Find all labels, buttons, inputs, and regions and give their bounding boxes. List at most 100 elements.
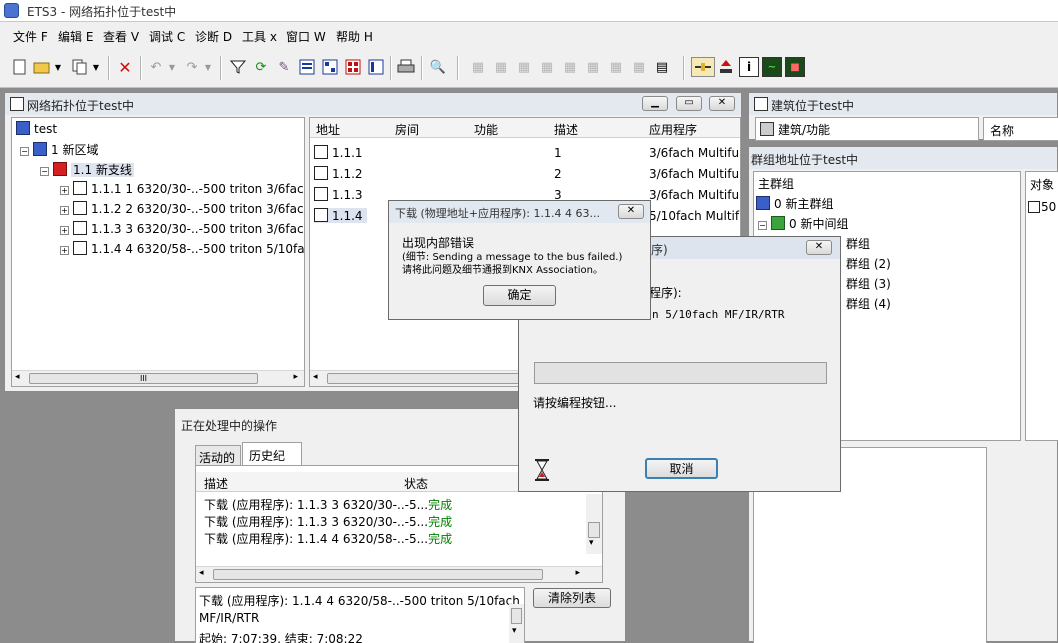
delete-icon[interactable]: ✕: [115, 57, 135, 77]
table-row[interactable]: 1.1.2: [314, 166, 363, 181]
cancel-button[interactable]: 取消: [645, 458, 718, 479]
tree-item-main-group[interactable]: 0 新主群组: [756, 195, 833, 212]
ok-button[interactable]: 确定: [483, 285, 556, 306]
tree-item-device[interactable]: +1.1.3 3 6320/30-..-500 triton 3/6fach: [60, 221, 304, 236]
copy-icon[interactable]: [70, 57, 90, 77]
column-header-description[interactable]: 描述: [554, 121, 578, 138]
filter-icon[interactable]: [228, 57, 248, 77]
properties-icon[interactable]: [297, 57, 317, 77]
tree-item-device[interactable]: +1.1.1 1 6320/30-..-500 triton 3/6fach: [60, 181, 304, 196]
object-item[interactable]: 50: [1028, 200, 1056, 214]
window-icon[interactable]: [366, 57, 386, 77]
scroll-right-arrow[interactable]: ▸: [293, 372, 298, 382]
column-header-status[interactable]: 状态: [404, 475, 428, 492]
column-header-room[interactable]: 房间: [395, 121, 419, 138]
open-folder-icon[interactable]: [32, 57, 52, 77]
tree-item-device[interactable]: +1.1.2 2 6320/30-..-500 triton 3/6fach: [60, 201, 304, 216]
column-header-object[interactable]: 对象: [1030, 176, 1054, 193]
scroll-down-arrow[interactable]: ▾: [512, 626, 517, 636]
expand-icon[interactable]: +: [60, 246, 69, 255]
download-icon[interactable]: [716, 57, 736, 77]
chevron-down-icon[interactable]: ▼: [52, 57, 64, 77]
refresh-icon[interactable]: ⟳: [251, 57, 271, 77]
menu-tools[interactable]: 工具 x: [242, 28, 277, 45]
tree-item-group[interactable]: 群组 (4): [846, 295, 891, 312]
vertical-scrollbar[interactable]: ▾: [509, 604, 524, 643]
scroll-right-arrow[interactable]: ▸: [575, 568, 580, 578]
chevron-down-icon[interactable]: ▼: [166, 57, 178, 77]
table-icon[interactable]: [343, 57, 363, 77]
table-row[interactable]: 1.1.3: [314, 187, 363, 202]
table-row[interactable]: 下载 (应用程序): 1.1.3 3 6320/30-..-5...完成: [204, 496, 452, 513]
search-icon[interactable]: 🔍: [428, 57, 448, 77]
chevron-down-icon[interactable]: ▼: [202, 57, 214, 77]
collapse-icon[interactable]: −: [758, 221, 767, 230]
scroll-left-arrow[interactable]: ◂: [15, 372, 20, 382]
scroll-left-arrow[interactable]: ◂: [199, 568, 204, 578]
menu-view[interactable]: 查看 V: [103, 28, 139, 45]
menu-diagnose[interactable]: 诊断 D: [195, 28, 232, 45]
column-header-address[interactable]: 地址: [316, 121, 340, 138]
monitor-icon[interactable]: ■: [785, 57, 805, 77]
scroll-left-arrow[interactable]: ◂: [313, 372, 318, 382]
tree-horizontal-scrollbar[interactable]: ◂ III ▸: [12, 370, 304, 386]
monitor-icon[interactable]: ~: [762, 57, 782, 77]
table-row[interactable]: 1.1.1: [314, 145, 363, 160]
tab-history[interactable]: 历史纪录: [242, 442, 302, 480]
menu-edit[interactable]: 编辑 E: [58, 28, 93, 45]
menu-window[interactable]: 窗口 W: [286, 28, 326, 45]
undo-icon[interactable]: ↶: [146, 57, 166, 77]
app-title-bar: ETS3 - 网络拓扑位于test中: [0, 0, 1058, 22]
new-file-icon[interactable]: [10, 57, 30, 77]
table-row[interactable]: 下载 (应用程序): 1.1.3 3 6320/30-..-5...完成: [204, 513, 452, 530]
redo-icon[interactable]: ↷: [182, 57, 202, 77]
expand-icon[interactable]: +: [60, 206, 69, 215]
table-row[interactable]: 下载 (应用程序): 1.1.4 4 6320/58-..-5...完成: [204, 530, 452, 547]
dialog-text: n 5/10fach MF/IR/RTR: [652, 308, 785, 321]
scrollbar-thumb[interactable]: [213, 569, 543, 580]
grid-icon[interactable]: [320, 57, 340, 77]
menu-debug[interactable]: 调试 C: [149, 28, 185, 45]
expand-icon[interactable]: +: [60, 226, 69, 235]
close-button[interactable]: ✕: [806, 240, 832, 255]
expand-icon[interactable]: +: [60, 186, 69, 195]
vertical-scrollbar[interactable]: ▾: [586, 494, 602, 554]
tree-item-building[interactable]: 建筑/功能: [760, 121, 830, 138]
scrollbar-thumb[interactable]: [588, 522, 600, 538]
column-header-application[interactable]: 应用程序: [649, 121, 697, 138]
maximize-button[interactable]: ▭: [676, 96, 702, 111]
bus-connect-icon[interactable]: [691, 57, 715, 77]
close-button[interactable]: ✕: [618, 204, 644, 219]
close-button[interactable]: ✕: [709, 96, 735, 111]
tree-item-group[interactable]: 群组 (3): [846, 275, 891, 292]
edit-icon[interactable]: ✎: [274, 57, 294, 77]
print-icon[interactable]: [396, 57, 416, 77]
menu-file[interactable]: 文件 F: [13, 28, 48, 45]
download-disabled-icon: ▦: [586, 59, 600, 75]
history-horizontal-scrollbar[interactable]: ◂ ▸: [196, 566, 602, 582]
column-header-description[interactable]: 描述: [204, 475, 228, 492]
monitor-icon[interactable]: ▤: [652, 57, 672, 77]
tree-item-group[interactable]: 群组 (2): [846, 255, 891, 272]
chevron-down-icon[interactable]: ▼: [90, 57, 102, 77]
collapse-icon[interactable]: −: [40, 167, 49, 176]
tree-item-device[interactable]: +1.1.4 4 6320/58-..-500 triton 5/10fac: [60, 241, 304, 256]
tree-item-area[interactable]: −1 新区域: [20, 141, 98, 158]
column-header-function[interactable]: 功能: [474, 121, 498, 138]
tab-active[interactable]: 活动的: [195, 445, 241, 465]
collapse-icon[interactable]: −: [20, 147, 29, 156]
menu-help[interactable]: 帮助 H: [336, 28, 373, 45]
table-row[interactable]: 1.1.4: [314, 208, 367, 223]
device-icon: [314, 208, 328, 222]
minimize-button[interactable]: ▁: [642, 96, 668, 111]
tree-item-line[interactable]: −1.1 新支线: [40, 161, 134, 178]
column-header-name[interactable]: 名称: [990, 122, 1014, 139]
tree-item-group[interactable]: 群组: [846, 235, 870, 252]
info-icon[interactable]: i: [739, 57, 759, 77]
clear-list-button[interactable]: 清除列表: [533, 588, 611, 608]
scrollbar-thumb[interactable]: [511, 608, 522, 624]
scroll-down-arrow[interactable]: ▾: [589, 538, 594, 548]
tree-item-project[interactable]: test: [16, 121, 57, 136]
tree-item-middle-group[interactable]: −0 新中间组: [758, 215, 848, 232]
scrollbar-thumb[interactable]: III: [29, 373, 258, 384]
